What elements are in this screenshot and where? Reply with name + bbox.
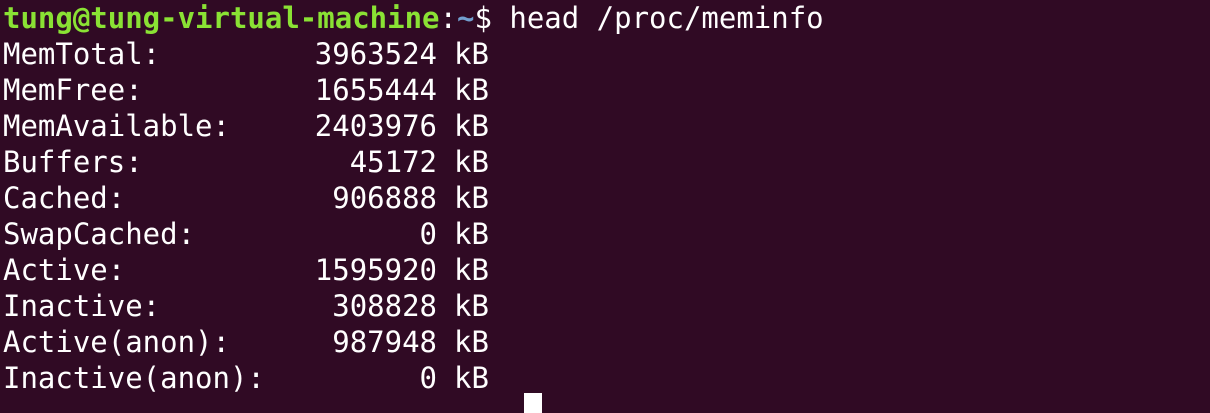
meminfo-field-unit: kB — [454, 253, 489, 287]
meminfo-field-unit: kB — [454, 181, 489, 215]
meminfo-field-unit: kB — [454, 37, 489, 71]
meminfo-field-value: 0 — [419, 361, 437, 395]
meminfo-field-name: Active(anon): — [3, 325, 230, 359]
meminfo-row: Active(anon): 987948 kB — [3, 324, 489, 360]
meminfo-row: Inactive(anon): 0 kB — [3, 360, 489, 396]
meminfo-field-name: Cached: — [3, 181, 126, 215]
meminfo-field-value: 1655444 — [314, 73, 437, 107]
meminfo-field-unit: kB — [454, 109, 489, 143]
meminfo-row: Buffers: 45172 kB — [3, 144, 489, 180]
prompt-symbol: $ — [474, 1, 492, 35]
terminal-cursor — [524, 393, 542, 413]
meminfo-row: Inactive: 308828 kB — [3, 288, 489, 324]
meminfo-row: MemTotal: 3963524 kB — [3, 36, 489, 72]
meminfo-row: Active: 1595920 kB — [3, 252, 489, 288]
terminal-window[interactable]: tung@tung-virtual-machine:~$ head /proc/… — [0, 0, 1210, 413]
meminfo-field-unit: kB — [454, 217, 489, 251]
meminfo-field-unit: kB — [454, 145, 489, 179]
meminfo-field-value: 987948 — [332, 325, 437, 359]
meminfo-field-name: MemAvailable: — [3, 109, 230, 143]
meminfo-field-value: 2403976 — [314, 109, 437, 143]
command-prompt-line: tung@tung-virtual-machine:~$ head /proc/… — [3, 0, 824, 36]
prompt-path: ~ — [456, 1, 475, 35]
meminfo-field-name: MemTotal: — [3, 37, 161, 71]
meminfo-field-unit: kB — [454, 361, 489, 395]
meminfo-field-name: Buffers: — [3, 145, 143, 179]
meminfo-field-name: Active: — [3, 253, 126, 287]
prompt-colon: : — [439, 1, 457, 35]
command-text: head /proc/meminfo — [509, 1, 824, 35]
meminfo-field-name: MemFree: — [3, 73, 143, 107]
meminfo-field-unit: kB — [454, 73, 489, 107]
meminfo-field-value: 0 — [419, 217, 437, 251]
meminfo-field-name: Inactive: — [3, 289, 161, 323]
meminfo-row: SwapCached: 0 kB — [3, 216, 489, 252]
meminfo-field-value: 308828 — [332, 289, 437, 323]
meminfo-field-value: 3963524 — [314, 37, 437, 71]
meminfo-row: MemAvailable: 2403976 kB — [3, 108, 489, 144]
meminfo-field-value: 1595920 — [314, 253, 437, 287]
meminfo-field-value: 45172 — [349, 145, 437, 179]
meminfo-field-unit: kB — [454, 325, 489, 359]
meminfo-row: MemFree: 1655444 kB — [3, 72, 489, 108]
meminfo-row: Cached: 906888 kB — [3, 180, 489, 216]
meminfo-field-name: SwapCached: — [3, 217, 196, 251]
meminfo-field-value: 906888 — [332, 181, 437, 215]
meminfo-field-unit: kB — [454, 289, 489, 323]
prompt-user-host: tung@tung-virtual-machine — [3, 1, 440, 35]
meminfo-field-name: Inactive(anon): — [3, 361, 265, 395]
